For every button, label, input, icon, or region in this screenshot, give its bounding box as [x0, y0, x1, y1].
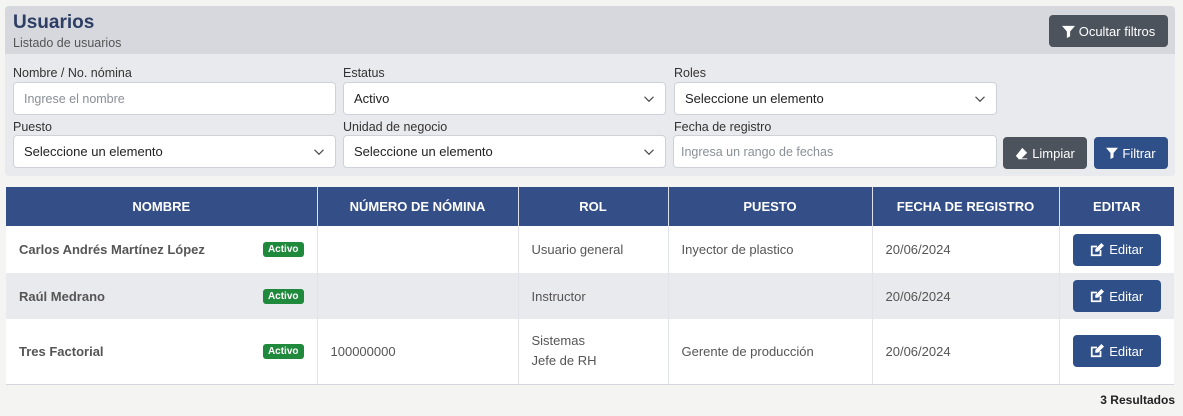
position-cell: Gerente de producción — [668, 319, 873, 385]
payroll-cell: 100000000 — [317, 319, 519, 385]
status-badge: Activo — [262, 288, 304, 304]
date-cell: 20/06/2024 — [872, 319, 1060, 385]
edit-button-label: Editar — [1109, 343, 1144, 359]
status-badge: Activo — [262, 242, 304, 257]
position-cell — [668, 273, 873, 319]
chevron-down-icon — [975, 95, 985, 102]
position-select[interactable]: Seleccione un elemento — [13, 135, 336, 168]
filter-button[interactable]: Filtrar — [1094, 137, 1168, 169]
position-cell: Inyector de plastico — [668, 226, 873, 273]
status-select-value: Activo — [354, 91, 390, 106]
edit-button[interactable]: Editar — [1072, 280, 1161, 312]
column-header-payroll[interactable]: NÚMERO DE NÓMINA — [317, 187, 519, 226]
edit-cell: Editar — [1059, 226, 1174, 273]
date-cell: 20/06/2024 — [872, 273, 1060, 319]
edit-button-label: Editar — [1109, 242, 1144, 257]
date-range-input[interactable] — [681, 144, 989, 159]
edit-icon — [1091, 344, 1105, 358]
status-select[interactable]: Activo — [343, 82, 666, 115]
column-header-date[interactable]: FECHA DE REGISTRO — [872, 187, 1060, 226]
toggle-filters-button[interactable]: Ocultar filtros — [1049, 15, 1168, 47]
role-text: Jefe de RH — [531, 353, 597, 369]
edit-icon — [1091, 289, 1105, 303]
roles-select-value: Seleccione un elemento — [685, 91, 824, 106]
name-filter-input[interactable] — [24, 91, 325, 106]
chevron-down-icon — [314, 148, 324, 155]
table-header-row: NOMBRE NÚMERO DE NÓMINA ROL PUESTO FECHA… — [6, 187, 1174, 226]
results-count: 3 Resultados — [1100, 393, 1175, 407]
filter-header: Usuarios Listado de usuarios — [5, 6, 1175, 54]
table-row: Tres Factorial Activo 100000000 Sistemas… — [6, 319, 1174, 385]
users-table: NOMBRE NÚMERO DE NÓMINA ROL PUESTO FECHA… — [6, 187, 1174, 385]
chevron-down-icon — [644, 148, 654, 155]
chevron-down-icon — [644, 95, 654, 102]
eraser-icon — [1016, 147, 1028, 159]
user-name: Carlos Andrés Martínez López — [19, 242, 205, 257]
page-title: Usuarios — [13, 12, 95, 33]
name-filter-label: Nombre / No. nómina — [13, 66, 132, 80]
column-header-edit: EDITAR — [1059, 187, 1174, 226]
table-row: Carlos Andrés Martínez López Activo Usua… — [6, 226, 1174, 273]
status-filter-label: Estatus — [343, 66, 385, 80]
column-header-role[interactable]: ROL — [518, 187, 669, 226]
business-unit-select-value: Seleccione un elemento — [354, 144, 493, 159]
filter-icon — [1106, 147, 1119, 159]
column-header-position[interactable]: PUESTO — [668, 187, 873, 226]
roles-filter-label: Roles — [674, 66, 706, 80]
name-cell: Raúl Medrano Activo — [6, 273, 318, 319]
role-cell: Usuario general — [518, 226, 669, 273]
role-text: Instructor — [531, 288, 586, 304]
date-cell: 20/06/2024 — [872, 226, 1060, 273]
role-cell: Instructor — [518, 273, 669, 319]
name-cell: Carlos Andrés Martínez López Activo — [6, 226, 318, 273]
clear-button[interactable]: Limpiar — [1003, 137, 1087, 169]
edit-button[interactable]: Editar — [1072, 233, 1161, 266]
filter-button-label: Filtrar — [1122, 145, 1156, 161]
edit-icon — [1091, 242, 1105, 256]
position-filter-label: Puesto — [13, 120, 52, 134]
filter-icon — [1061, 25, 1075, 38]
name-cell: Tres Factorial Activo — [6, 319, 318, 385]
edit-cell: Editar — [1059, 273, 1174, 319]
toggle-filters-label: Ocultar filtros — [1078, 23, 1156, 39]
table-row: Raúl Medrano Activo Instructor 20/06/202… — [6, 273, 1174, 319]
edit-button[interactable]: Editar — [1072, 335, 1161, 368]
date-filter-label: Fecha de registro — [674, 120, 772, 134]
edit-button-label: Editar — [1109, 288, 1144, 304]
user-name: Raúl Medrano — [19, 288, 105, 304]
business-unit-select[interactable]: Seleccione un elemento — [343, 135, 666, 168]
edit-cell: Editar — [1059, 319, 1174, 385]
status-badge: Activo — [262, 343, 304, 359]
user-name: Tres Factorial — [19, 343, 104, 359]
role-text: Usuario general — [531, 242, 624, 257]
page-subtitle: Listado de usuarios — [13, 36, 122, 50]
role-cell: Sistemas Jefe de RH — [518, 319, 669, 385]
date-range-field[interactable] — [673, 135, 997, 168]
roles-select[interactable]: Seleccione un elemento — [674, 82, 997, 115]
users-table-container: NOMBRE NÚMERO DE NÓMINA ROL PUESTO FECHA… — [6, 187, 1174, 385]
business-unit-filter-label: Unidad de negocio — [343, 120, 448, 134]
payroll-cell — [317, 226, 519, 273]
name-filter-field[interactable] — [13, 82, 336, 115]
payroll-cell — [317, 273, 519, 319]
clear-button-label: Limpiar — [1032, 145, 1075, 161]
column-header-name[interactable]: NOMBRE — [6, 187, 318, 226]
filter-panel: Usuarios Listado de usuarios Ocultar fil… — [5, 6, 1175, 176]
role-text: Sistemas — [531, 333, 585, 349]
position-select-value: Seleccione un elemento — [24, 144, 163, 159]
